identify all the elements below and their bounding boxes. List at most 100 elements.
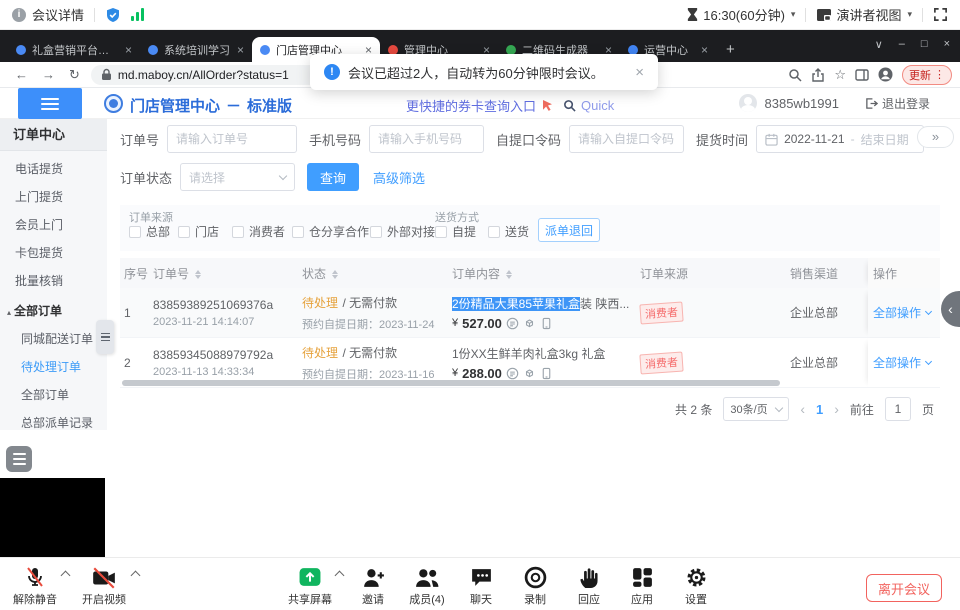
phone-icon[interactable] [540,367,553,380]
meeting-security-shield-icon[interactable] [105,7,121,23]
order-number[interactable]: 83859345088979792a [153,348,302,362]
promo-link[interactable]: 更快捷的券卡查询入口 Quick [406,96,614,115]
window-maximize-icon[interactable]: □ [921,38,928,51]
tab-close-icon[interactable]: × [125,43,132,57]
col-status[interactable]: 状态 [302,265,452,282]
quick-search-icon[interactable] [563,99,576,112]
product-name[interactable]: 1份XX生鲜羊肉礼盒3kg 礼盒 [452,345,634,362]
col-order-no[interactable]: 订单号 [153,265,302,282]
checkbox-source-consumer[interactable]: 消费者 [232,223,285,240]
bookmark-star-icon[interactable]: ☆ [834,67,846,83]
sort-icon[interactable] [195,270,201,279]
dispatch-return-button[interactable]: 派单退回 [538,218,600,242]
tab-close-icon[interactable]: × [701,43,708,57]
meeting-details-label[interactable]: 会议详情 [32,5,84,24]
package-icon[interactable] [523,367,536,380]
sidebar-item-all-orders[interactable]: 全部订单 [0,381,107,409]
quick-label[interactable]: Quick [581,98,614,113]
forward-icon[interactable]: → [42,67,55,82]
menu-hamburger-button[interactable] [18,88,82,119]
table-row[interactable]: 1 83859389251069376a 2023-11-21 14:14:07… [120,288,940,338]
col-content[interactable]: 订单内容 [452,265,640,282]
sidebar-group-all-orders[interactable]: ▴全部订单 [0,297,107,325]
meeting-info-icon[interactable]: i [12,8,26,22]
sidebar-item-member-visit[interactable]: 会员上门 [0,211,107,239]
checkbox-icon[interactable] [488,226,500,238]
checkbox-source-store[interactable]: 门店 [178,223,219,240]
view-caret-icon[interactable]: ▾ [907,9,912,20]
tab-close-icon[interactable]: × [237,43,244,57]
page-size-select[interactable]: 30条/页 [723,397,789,421]
profile-avatar-icon[interactable] [878,67,893,82]
share-icon[interactable] [811,68,825,82]
sort-icon[interactable] [506,270,512,279]
start-date-value[interactable]: 2022-11-21 [784,132,845,146]
end-date-placeholder[interactable]: 结束日期 [861,131,909,148]
browser-tab-1[interactable]: 礼盒营销平台管理中心 × [8,37,140,62]
current-page[interactable]: 1 [816,402,823,417]
sidebar-item-pending-orders[interactable]: 待处理订单 [0,353,107,381]
checkbox-delivery-deliver[interactable]: 送货 [488,223,529,240]
side-panel-icon[interactable] [855,68,869,82]
share-screen-button[interactable]: 共享屏幕 [278,563,342,607]
floating-list-button[interactable] [6,446,32,472]
advanced-filter-link[interactable]: 高级筛选 [373,168,425,187]
browser-tab-2[interactable]: 系统培训学习 × [140,37,252,62]
view-mode-label[interactable]: 演讲者视图 [836,5,901,24]
coupon-icon[interactable] [506,317,519,330]
fullscreen-icon[interactable] [933,7,948,22]
phone-input[interactable] [369,125,484,153]
goto-page-input[interactable] [885,397,911,421]
user-avatar[interactable] [739,94,757,112]
checkbox-icon[interactable] [435,226,447,238]
sort-icon[interactable] [332,270,338,279]
filter-expand-button[interactable]: » [917,126,954,148]
horizontal-scrollbar[interactable] [122,380,780,386]
product-name[interactable]: 2份精品大果85苹果礼盒装 陕西... [452,295,634,312]
unmute-button[interactable]: 解除静音 [3,563,67,607]
window-minimize-icon[interactable]: – [899,38,905,51]
order-status-select[interactable]: 请选择 [180,163,295,191]
package-icon[interactable] [523,317,536,330]
window-menu-icon[interactable]: ∨ [875,38,883,51]
logout-button[interactable]: 退出登录 [865,95,930,112]
date-range-picker[interactable]: 2022-11-21 - 结束日期 [756,125,924,153]
sidebar-item-card-pickup[interactable]: 卡包提货 [0,239,107,267]
network-signal-icon[interactable] [131,8,144,21]
checkbox-source-hq[interactable]: 总部 [129,223,170,240]
search-button[interactable]: 查询 [307,163,359,191]
sidebar-collapse-handle[interactable] [96,320,114,354]
phone-icon[interactable] [540,317,553,330]
checkbox-icon[interactable] [370,226,382,238]
zoom-icon[interactable] [788,68,802,82]
sidebar-item-phone-pickup[interactable]: 电话提货 [0,155,107,183]
chrome-update-button[interactable]: 更新 ⋮ [902,65,952,85]
sidebar-item-batch-verify[interactable]: 批量核销 [0,267,107,295]
sidebar-item-city-delivery[interactable]: 同城配送订单 [0,325,107,353]
coupon-icon[interactable] [506,367,519,380]
order-no-input[interactable] [167,125,297,153]
sidebar-item-door-pickup[interactable]: 上门提货 [0,183,107,211]
settings-button[interactable]: 设置 [664,563,728,607]
new-tab-button[interactable]: + [726,41,735,58]
all-actions-dropdown[interactable]: 全部操作 [873,304,931,321]
prev-page-button[interactable]: ‹ [800,401,805,417]
checkbox-icon[interactable] [292,226,304,238]
order-number[interactable]: 83859389251069376a [153,298,302,312]
reload-icon[interactable]: ↻ [69,67,80,83]
toast-close-icon[interactable]: × [635,64,644,81]
checkbox-icon[interactable] [178,226,190,238]
checkbox-icon[interactable] [232,226,244,238]
pickup-code-input[interactable] [569,125,684,153]
checkbox-source-warehouse[interactable]: 仓分享合作 [292,223,369,240]
sidebar-item-hq-dispatch-log[interactable]: 总部派单记录 [0,409,107,437]
checkbox-source-external[interactable]: 外部对接 [370,223,435,240]
window-close-icon[interactable]: × [944,38,950,51]
checkbox-delivery-pickup[interactable]: 自提 [435,223,476,240]
back-icon[interactable]: ← [15,67,28,82]
checkbox-icon[interactable] [129,226,141,238]
leave-meeting-button[interactable]: 离开会议 [866,574,942,602]
start-video-button[interactable]: 开启视频 [72,563,136,607]
all-actions-dropdown[interactable]: 全部操作 [873,354,931,371]
next-page-button[interactable]: › [834,401,839,417]
